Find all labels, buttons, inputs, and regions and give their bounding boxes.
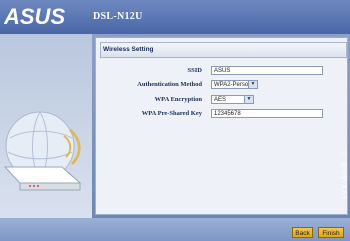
encryption-row: WPA Encryption AES ▼ <box>96 95 347 105</box>
encryption-select[interactable]: AES ▼ <box>211 95 254 104</box>
content-panel: Wireless Setting SSID ASUS Authenticatio… <box>92 34 350 218</box>
ssid-label: SSID <box>187 67 202 74</box>
auth-row: Authentication Method WPA2-Personal ▼ <box>96 80 347 90</box>
ssid-row: SSID ASUS <box>96 66 347 76</box>
chevron-down-icon[interactable]: ▼ <box>248 81 257 88</box>
header-bar: ASUS DSL-N12U <box>0 0 350 34</box>
finish-button[interactable]: Finish <box>318 227 344 238</box>
asus-logo: ASUS <box>4 6 65 28</box>
auth-method-label: Authentication Method <box>137 81 202 88</box>
back-button[interactable]: Back <box>292 227 313 238</box>
ssid-input[interactable]: ASUS <box>211 66 323 75</box>
auth-method-select[interactable]: WPA2-Personal ▼ <box>211 80 258 89</box>
footer-bar: Back Finish <box>0 218 350 241</box>
svg-text:ASUS: ASUS <box>4 6 65 28</box>
watermark: © BOV-XAY <box>339 150 348 201</box>
router-globe-illustration <box>3 111 82 191</box>
psk-label: WPA Pre-Shared Key <box>141 110 202 117</box>
encryption-label: WPA Encryption <box>154 96 202 103</box>
section-title: Wireless Setting <box>100 42 347 58</box>
chevron-down-icon[interactable]: ▼ <box>244 96 253 103</box>
form-area: Wireless Setting SSID ASUS Authenticatio… <box>95 37 348 215</box>
psk-row: WPA Pre-Shared Key 12345678 <box>96 109 347 119</box>
psk-input[interactable]: 12345678 <box>211 109 323 118</box>
device-model: DSL-N12U <box>93 11 143 22</box>
illustration-panel <box>0 34 92 218</box>
window: ASUS DSL-N12U Wireless Setting SSID ASUS <box>0 0 350 241</box>
encryption-value: AES <box>214 97 227 103</box>
